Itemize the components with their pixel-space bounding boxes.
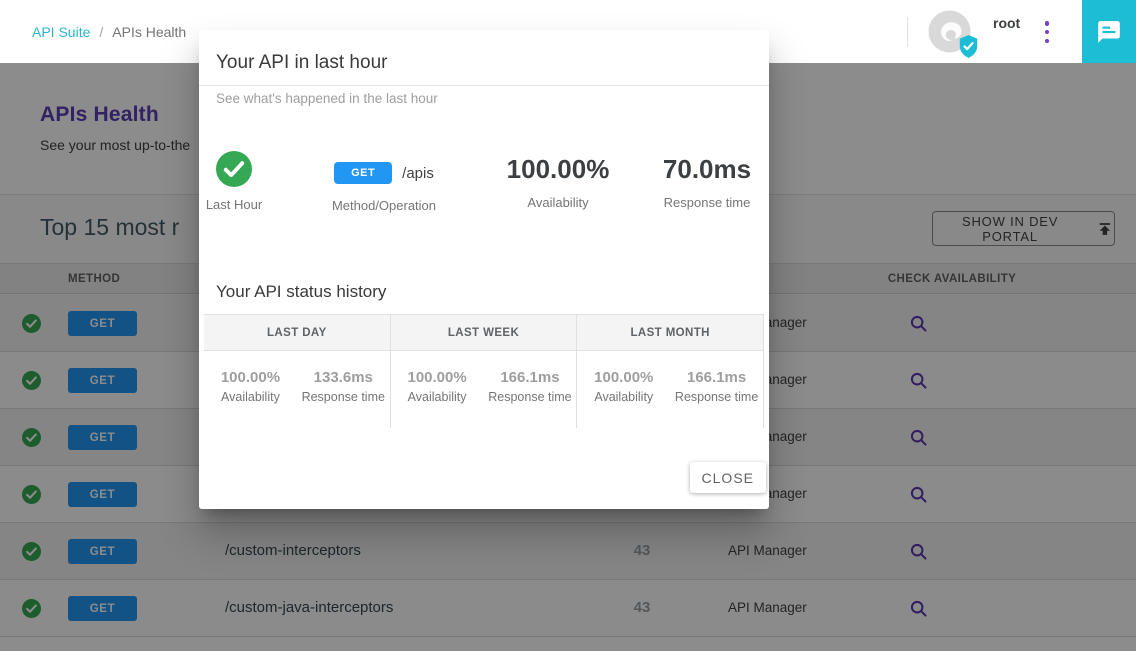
breadcrumb-api-suite[interactable]: API Suite (32, 24, 90, 40)
history-col-last-day: LAST DAY 100.00% Availability 133.6ms Re… (204, 315, 391, 428)
history-period-label: LAST MONTH (577, 315, 763, 351)
history-period-label: LAST DAY (204, 315, 390, 351)
dialog-title: Your API in last hour (216, 52, 387, 74)
history-col-last-month: LAST MONTH 100.00% Availability 166.1ms … (577, 315, 764, 428)
history-response-value: 166.1ms (670, 369, 763, 386)
api-last-hour-dialog: Your API in last hour See what's happene… (199, 30, 769, 509)
breadcrumb: API Suite / APIs Health (32, 0, 186, 63)
user-name: root (993, 15, 1020, 31)
stat-last-hour-label: Last Hour (199, 197, 269, 212)
stat-method-label: Method/Operation (304, 198, 464, 213)
stat-last-hour: Last Hour (199, 151, 269, 212)
history-response-label: Response time (484, 390, 577, 404)
breadcrumb-separator: / (99, 24, 103, 40)
avatar[interactable] (928, 10, 971, 53)
history-response-value: 166.1ms (484, 369, 577, 386)
history-availability-label: Availability (204, 390, 297, 404)
header-divider (907, 17, 908, 47)
availability-value: 100.00% (483, 155, 633, 183)
availability-label: Availability (483, 195, 633, 210)
history-availability-label: Availability (577, 390, 670, 404)
stat-method-operation: GET /apis Method/Operation (304, 162, 464, 213)
kebab-menu-icon[interactable] (1040, 21, 1054, 43)
history-availability-value: 100.00% (391, 369, 484, 386)
stat-response-time: 70.0ms Response time (632, 155, 782, 210)
response-time-value: 70.0ms (632, 155, 782, 183)
history-response-value: 133.6ms (297, 369, 390, 386)
chat-icon (1096, 19, 1122, 45)
method-badge: GET (334, 162, 392, 184)
breadcrumb-apis-health: APIs Health (112, 24, 186, 40)
history-period-label: LAST WEEK (391, 315, 577, 351)
history-table: LAST DAY 100.00% Availability 133.6ms Re… (204, 314, 764, 428)
history-response-label: Response time (670, 390, 763, 404)
app-root: APIs Health See your most up-to-the Top … (0, 0, 1136, 651)
response-time-label: Response time (632, 195, 782, 210)
history-availability-value: 100.00% (577, 369, 670, 386)
status-ok-icon (216, 151, 252, 187)
history-availability-value: 100.00% (204, 369, 297, 386)
chat-button[interactable] (1082, 0, 1136, 63)
stat-availability: 100.00% Availability (483, 155, 633, 210)
history-col-last-week: LAST WEEK 100.00% Availability 166.1ms R… (391, 315, 578, 428)
history-availability-label: Availability (391, 390, 484, 404)
api-path: /apis (402, 165, 434, 182)
dialog-title-divider (199, 85, 769, 86)
close-button[interactable]: CLOSE (690, 462, 766, 493)
history-title: Your API status history (216, 282, 386, 302)
dialog-subtitle: See what's happened in the last hour (216, 91, 438, 106)
history-response-label: Response time (297, 390, 390, 404)
verified-badge-icon (958, 35, 979, 58)
